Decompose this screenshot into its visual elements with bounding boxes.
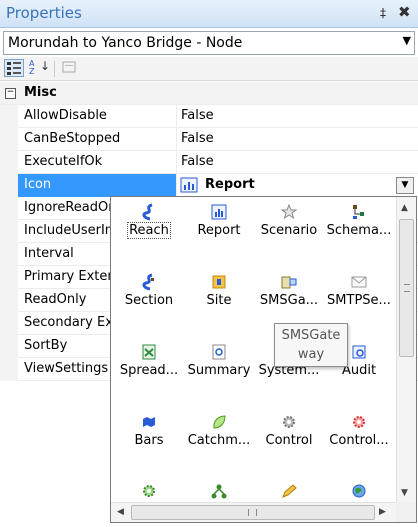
icon-tile-label: Control — [265, 433, 313, 448]
icon-tile-label: Reach — [127, 222, 171, 239]
property-name: Icon — [24, 177, 52, 192]
catchment-leaf-icon — [213, 415, 226, 429]
categorized-view-button[interactable] — [4, 59, 24, 77]
vertical-scroll-thumb[interactable] — [399, 219, 414, 357]
alphabetical-view-button[interactable]: AZ ↓ — [28, 59, 51, 77]
chevron-down-icon[interactable]: ▼ — [403, 34, 411, 47]
category-label: Misc — [24, 85, 57, 100]
icon-tile-reach[interactable]: Reach — [111, 197, 187, 257]
property-row[interactable]: AllowDisable False — [0, 105, 418, 128]
property-name: CanBeStopped — [24, 131, 121, 146]
scroll-down-icon[interactable]: ▼ — [401, 488, 408, 498]
schema-icon — [353, 205, 364, 219]
toolbar-separator — [54, 61, 55, 77]
scroll-up-icon[interactable]: ▲ — [401, 203, 408, 213]
spreadsheet-icon — [142, 344, 156, 360]
scroll-right-icon[interactable]: ▶ — [379, 507, 386, 517]
icon-tile-report[interactable]: Report — [181, 197, 257, 257]
dropdown-arrow-icon[interactable]: ▼ — [396, 177, 414, 194]
collapse-icon[interactable]: − — [5, 88, 16, 99]
icon-tile-label: Section — [124, 293, 174, 308]
icon-tile-section[interactable]: Section — [111, 267, 187, 327]
vertical-scrollbar[interactable]: ▲ ▼ — [396, 197, 416, 502]
property-value[interactable]: False — [181, 154, 214, 169]
property-name: AllowDisable — [24, 108, 107, 123]
property-pages-button[interactable] — [60, 59, 80, 77]
icon-tile-bars[interactable]: Bars — [111, 407, 187, 467]
property-value[interactable]: False — [181, 131, 214, 146]
tooltip: SMSGate way — [274, 323, 348, 367]
icon-tile-label: Spread... — [119, 363, 179, 378]
property-pages-icon — [62, 61, 76, 73]
site-icon — [212, 275, 226, 289]
green-gear-icon[interactable] — [140, 483, 158, 499]
properties-titlebar: Properties ‡ ✖ — [0, 0, 418, 28]
scrollbar-corner — [396, 502, 416, 522]
control-red-gear-icon — [353, 416, 365, 428]
sort-arrow-icon: ↓ — [40, 59, 51, 73]
icon-tile-label: Control... — [329, 433, 389, 448]
bars-icon — [143, 417, 155, 427]
close-icon[interactable]: ✖ — [398, 3, 411, 21]
category-row-misc[interactable]: − Misc — [0, 82, 418, 105]
horizontal-scrollbar[interactable]: ◀ ▶ — [111, 502, 396, 522]
horizontal-scroll-thumb[interactable] — [131, 505, 375, 520]
icon-tile-control-2[interactable]: Control... — [321, 407, 397, 467]
icon-tile-label: Scenario — [260, 223, 318, 238]
property-row[interactable]: CanBeStopped False — [0, 128, 418, 151]
control-gear-icon — [283, 416, 295, 428]
icon-picker-dropdown[interactable]: Reach Report Scenario Schema... Section — [110, 196, 417, 523]
reach-icon — [142, 203, 153, 221]
property-name: ExecuteIfOk — [24, 154, 103, 169]
properties-toolbar: AZ ↓ — [0, 57, 418, 81]
pencil-icon[interactable] — [280, 483, 298, 499]
property-value[interactable]: Report — [205, 177, 255, 192]
icon-tile-label: Catchm... — [187, 433, 251, 448]
icon-tile-summary[interactable]: Summary — [181, 337, 257, 397]
report-icon — [211, 204, 227, 220]
property-value[interactable]: False — [181, 108, 214, 123]
audit-icon — [352, 345, 366, 359]
property-row-icon-selected[interactable]: Icon Report ▼ — [0, 174, 418, 197]
scroll-left-icon[interactable]: ◀ — [117, 507, 124, 517]
summary-icon — [212, 344, 226, 360]
scenario-star-icon — [280, 203, 298, 220]
icon-tile-spreadsheet[interactable]: Spread... — [111, 337, 187, 397]
icon-tile-label: Schema... — [326, 223, 392, 238]
smsgateway-icon — [281, 276, 297, 289]
pin-icon[interactable]: ‡ — [380, 6, 386, 20]
globe-icon[interactable] — [350, 483, 368, 499]
object-selector-value: Morundah to Yanco Bridge - Node — [8, 35, 243, 51]
icon-tile-smtp[interactable]: SMTPSe... — [321, 267, 397, 327]
icon-tile-label: Summary — [187, 363, 251, 378]
categorized-icon — [7, 62, 21, 75]
icon-tile-site[interactable]: Site — [181, 267, 257, 327]
icon-tile-smsgateway[interactable]: SMSGa... — [251, 267, 327, 327]
panel-title: Properties — [6, 4, 82, 22]
report-icon — [180, 177, 198, 193]
icon-tile-control[interactable]: Control — [251, 407, 327, 467]
icon-tile-label: SMSGa... — [259, 293, 319, 308]
network-tree-icon[interactable] — [210, 483, 228, 499]
object-selector[interactable]: Morundah to Yanco Bridge - Node ▼ — [3, 31, 415, 55]
icon-tile-label: Site — [206, 293, 232, 308]
section-icon — [142, 273, 154, 291]
icon-tile-label: Report — [197, 223, 241, 238]
icon-tile-scenario[interactable]: Scenario — [251, 197, 327, 257]
smtp-envelope-icon — [351, 276, 367, 288]
icon-tile-label: SMTPSe... — [327, 293, 391, 308]
icon-tile-label: Bars — [134, 433, 164, 448]
icon-tile-schema[interactable]: Schema... — [321, 197, 397, 257]
icon-tile-catchment[interactable]: Catchm... — [181, 407, 257, 467]
property-row[interactable]: ExecuteIfOk False — [0, 151, 418, 174]
sort-alpha-icon: AZ — [29, 59, 35, 76]
